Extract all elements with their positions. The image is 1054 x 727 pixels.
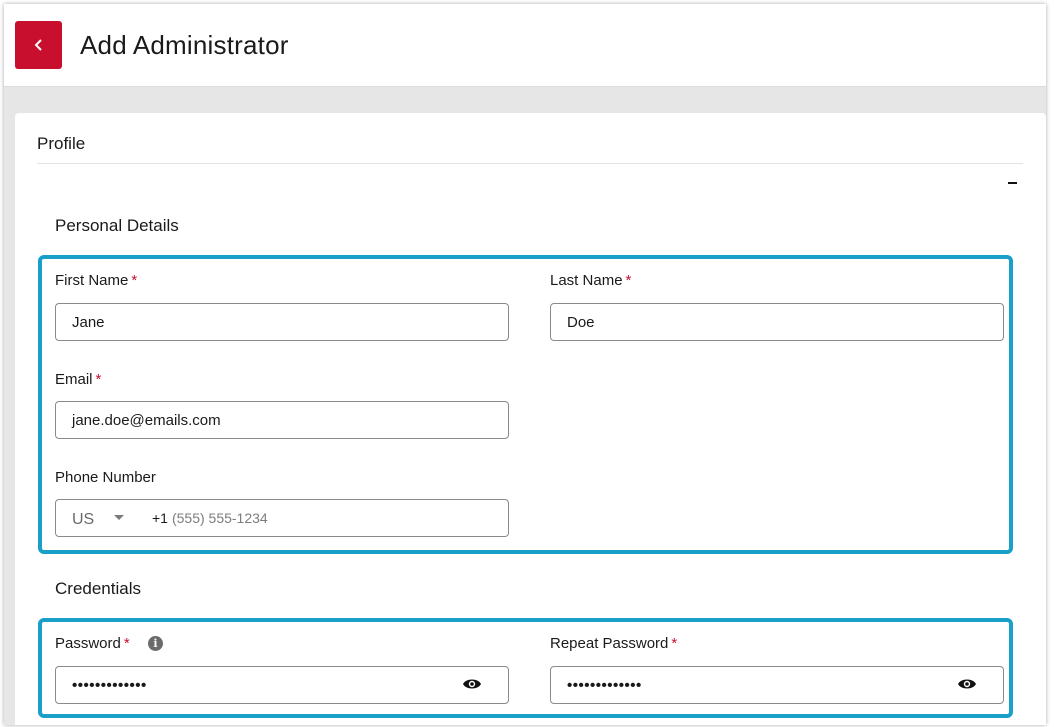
- required-marker: *: [131, 272, 138, 289]
- first-name-label: First Name *: [55, 272, 138, 289]
- repeat-password-field[interactable]: •••••••••••••: [550, 666, 1004, 704]
- caret-down-icon: [114, 515, 125, 520]
- required-marker: *: [625, 272, 632, 289]
- collapse-button[interactable]: [1006, 175, 1022, 191]
- required-marker: *: [671, 635, 678, 652]
- eye-icon[interactable]: [957, 677, 977, 691]
- divider: [37, 163, 1023, 164]
- app-window: Add Administrator Profile Personal Detai…: [4, 4, 1046, 725]
- chevron-left-icon: [34, 39, 42, 51]
- password-label: Password *: [55, 635, 130, 652]
- required-marker: *: [123, 635, 130, 652]
- eye-icon[interactable]: [462, 677, 482, 691]
- first-name-field[interactable]: Jane: [55, 303, 509, 341]
- credentials-title: Credentials: [55, 579, 141, 598]
- profile-section-label: Profile: [37, 134, 86, 153]
- minus-icon: [1008, 182, 1017, 184]
- required-marker: *: [95, 371, 102, 388]
- personal-details-group: First Name * Jane Last Name * Doe Email * j…: [38, 255, 1013, 554]
- personal-details-title: Personal Details: [55, 216, 179, 235]
- repeat-password-label: Repeat Password *: [550, 635, 678, 652]
- last-name-label: Last Name *: [550, 272, 632, 289]
- password-field[interactable]: •••••••••••••: [55, 666, 509, 704]
- phone-placeholder: (555) 555-1234: [171, 510, 268, 526]
- phone-label: Phone Number: [55, 469, 156, 486]
- last-name-field[interactable]: Doe: [550, 303, 1004, 341]
- credentials-group: Password * i ••••••••••••• Repeat Passwor…: [38, 618, 1013, 718]
- phone-field[interactable]: US +1 (555) 555-1234: [55, 499, 509, 537]
- dial-code: +1: [152, 510, 168, 526]
- info-icon[interactable]: i: [148, 636, 163, 651]
- email-field[interactable]: jane.doe@emails.com: [55, 401, 509, 439]
- profile-card: Profile Personal Details First Name * Jan…: [15, 113, 1046, 725]
- country-select[interactable]: US: [56, 500, 136, 536]
- back-button[interactable]: [15, 21, 62, 69]
- page-title: Add Administrator: [80, 30, 289, 60]
- email-label: Email *: [55, 371, 102, 388]
- header-bar: Add Administrator: [4, 4, 1046, 87]
